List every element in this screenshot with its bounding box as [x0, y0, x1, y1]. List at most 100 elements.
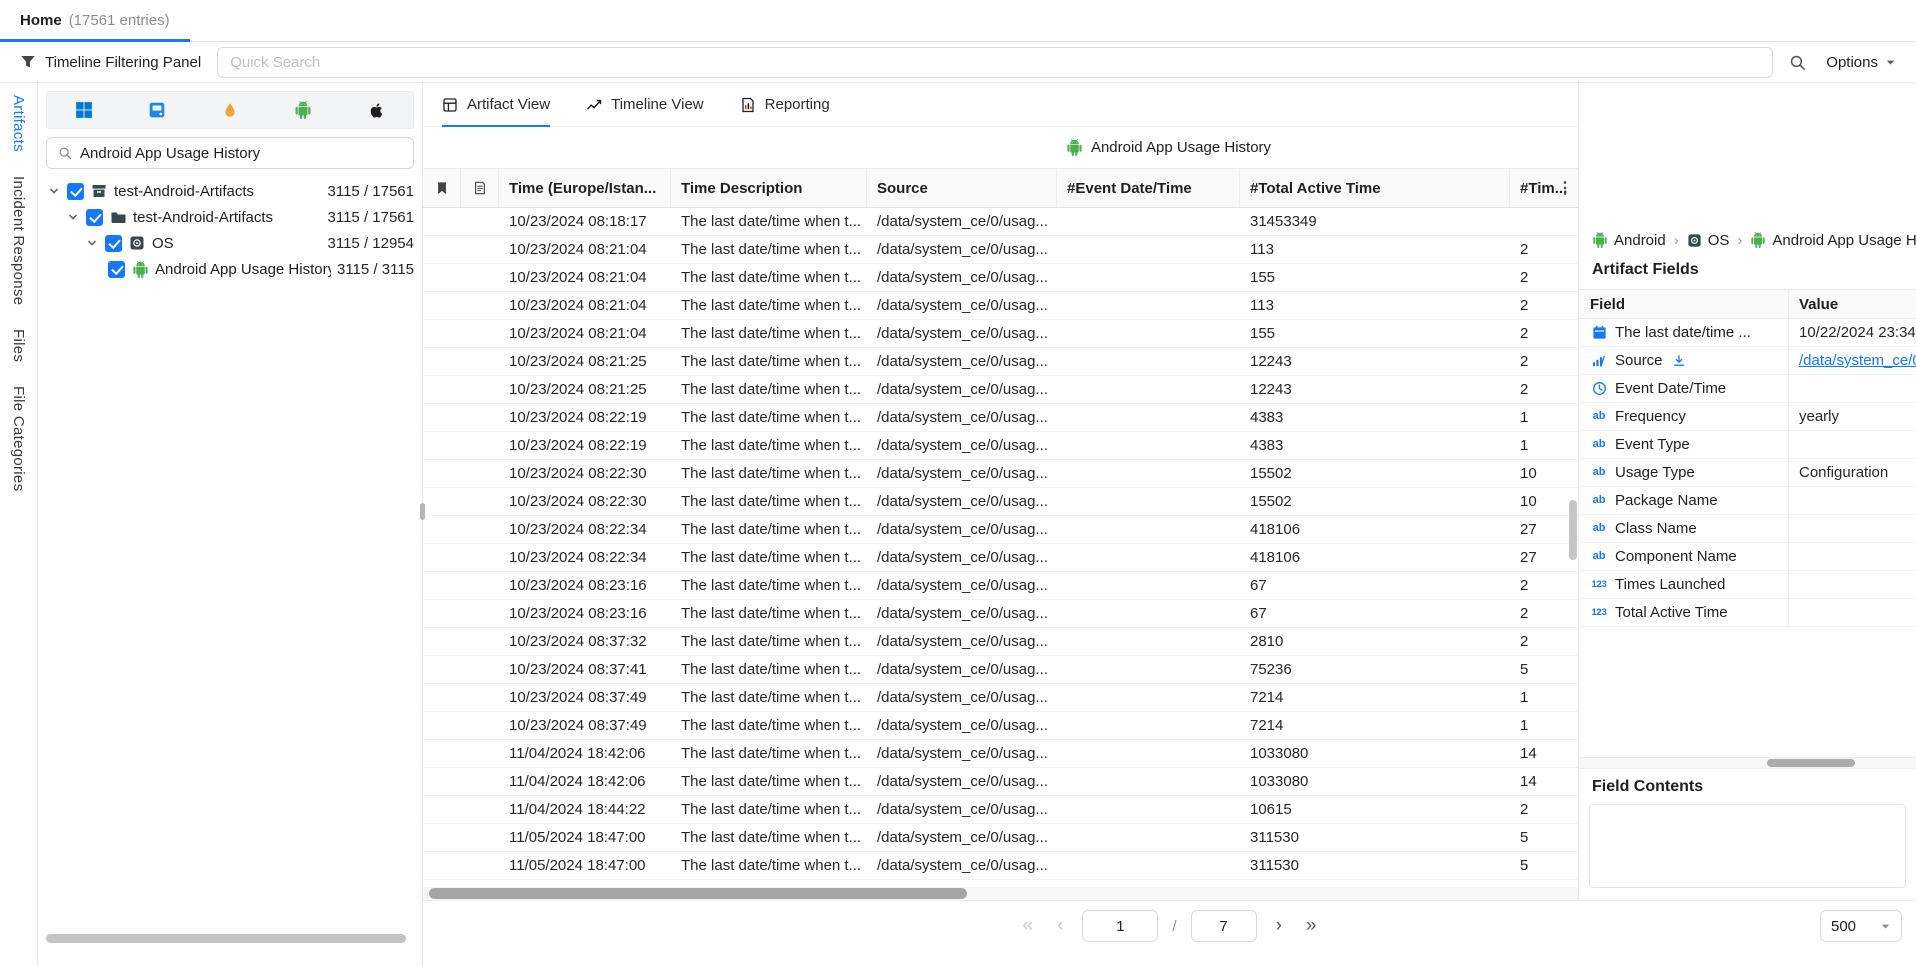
bookmark-cell[interactable] [423, 544, 461, 571]
artifact-search-input[interactable] [80, 145, 402, 162]
bookmark-cell[interactable] [423, 460, 461, 487]
note-cell[interactable] [461, 600, 499, 627]
tree-node-os[interactable]: OS 3115 / 12954 [46, 230, 414, 256]
table-row[interactable]: 10/23/2024 08:23:16 The last date/time w… [423, 600, 1578, 628]
side-tab[interactable]: File Categories [10, 386, 27, 491]
note-cell[interactable] [461, 824, 499, 851]
last-page-button[interactable]: » [1301, 910, 1322, 942]
bookmark-cell[interactable] [423, 208, 461, 235]
note-cell[interactable] [461, 236, 499, 263]
table-row[interactable]: 10/23/2024 08:22:34 The last date/time w… [423, 516, 1578, 544]
column-header-event-datetime[interactable]: #Event Date/Time [1057, 169, 1240, 207]
disk-icon[interactable] [120, 92, 193, 128]
note-cell[interactable] [461, 460, 499, 487]
tab-artifact-view[interactable]: Artifact View [442, 83, 550, 126]
bookmark-cell[interactable] [423, 628, 461, 655]
horizontal-scrollbar-thumb[interactable] [1767, 759, 1855, 767]
note-cell[interactable] [461, 544, 499, 571]
note-cell[interactable] [461, 740, 499, 767]
bookmark-cell[interactable] [423, 488, 461, 515]
field-row[interactable]: The last date/time ... 10/22/2024 23:34: [1579, 319, 1916, 347]
bookmark-cell[interactable] [423, 236, 461, 263]
table-row[interactable]: 10/23/2024 08:21:25 The last date/time w… [423, 348, 1578, 376]
tab-timeline-view[interactable]: Timeline View [586, 83, 704, 126]
bookmark-cell[interactable] [423, 432, 461, 459]
note-cell[interactable] [461, 404, 499, 431]
table-row[interactable]: 11/05/2024 18:47:00 The last date/time w… [423, 852, 1578, 880]
column-header-total-active-time[interactable]: #Total Active Time [1240, 169, 1510, 207]
table-row[interactable]: 10/23/2024 08:22:19 The last date/time w… [423, 432, 1578, 460]
quick-search-input[interactable] [217, 47, 1773, 78]
column-header-time-description[interactable]: Time Description [671, 169, 867, 207]
bookmark-cell[interactable] [423, 376, 461, 403]
checkbox-checked[interactable] [86, 209, 103, 226]
bookmark-cell[interactable] [423, 320, 461, 347]
current-page-input[interactable] [1082, 910, 1158, 942]
table-row[interactable]: 11/04/2024 18:42:06 The last date/time w… [423, 740, 1578, 768]
field-row[interactable]: 123 Times Launched [1579, 571, 1916, 599]
table-row[interactable]: 11/05/2024 18:47:00 The last date/time w… [423, 824, 1578, 852]
checkbox-checked[interactable] [67, 183, 84, 200]
table-row[interactable]: 10/23/2024 08:37:49 The last date/time w… [423, 712, 1578, 740]
side-tab[interactable]: Artifacts [10, 95, 27, 152]
table-row[interactable]: 11/04/2024 18:44:22 The last date/time w… [423, 796, 1578, 824]
field-row[interactable]: 123 Total Active Time [1579, 599, 1916, 627]
note-cell[interactable] [461, 852, 499, 879]
note-cell[interactable] [461, 656, 499, 683]
bookmark-cell[interactable] [423, 712, 461, 739]
note-column-header[interactable] [461, 169, 499, 207]
field-row[interactable]: ab Event Type [1579, 431, 1916, 459]
column-header-time[interactable]: Time (Europe/Istan... [499, 169, 671, 207]
bookmark-cell[interactable] [423, 740, 461, 767]
note-cell[interactable] [461, 516, 499, 543]
bookmark-cell[interactable] [423, 684, 461, 711]
field-row[interactable]: Source /data/system_ce/0/ [1579, 347, 1916, 375]
table-row[interactable]: 10/23/2024 08:21:04 The last date/time w… [423, 236, 1578, 264]
bookmark-cell[interactable] [423, 348, 461, 375]
bookmark-cell[interactable] [423, 768, 461, 795]
windows-icon[interactable] [47, 92, 120, 128]
table-row[interactable]: 10/23/2024 08:37:41 The last date/time w… [423, 656, 1578, 684]
horizontal-scrollbar-thumb[interactable] [46, 934, 406, 943]
column-settings-icon[interactable]: ⋮ [1552, 169, 1578, 207]
tab-home[interactable]: Home (17561 entries) [0, 0, 190, 41]
tree-node-case[interactable]: test-Android-Artifacts 3115 / 17561 [46, 178, 414, 204]
first-page-button[interactable]: « [1018, 910, 1039, 942]
note-cell[interactable] [461, 264, 499, 291]
vertical-scrollbar-thumb[interactable] [1569, 500, 1577, 560]
table-row[interactable]: 10/23/2024 08:21:04 The last date/time w… [423, 292, 1578, 320]
apple-icon[interactable] [340, 92, 413, 128]
tab-reporting[interactable]: Reporting [740, 83, 830, 126]
droplet-icon[interactable] [193, 92, 266, 128]
note-cell[interactable] [461, 348, 499, 375]
note-cell[interactable] [461, 796, 499, 823]
note-cell[interactable] [461, 432, 499, 459]
table-row[interactable]: 10/23/2024 08:37:32 The last date/time w… [423, 628, 1578, 656]
table-row[interactable]: 10/23/2024 08:22:30 The last date/time w… [423, 460, 1578, 488]
bookmark-cell[interactable] [423, 852, 461, 879]
breadcrumb-item-os[interactable]: OS [1687, 232, 1730, 249]
bookmark-cell[interactable] [423, 796, 461, 823]
note-cell[interactable] [461, 320, 499, 347]
field-row[interactable]: ab Package Name [1579, 487, 1916, 515]
bookmark-cell[interactable] [423, 292, 461, 319]
table-row[interactable]: 11/04/2024 18:42:06 The last date/time w… [423, 768, 1578, 796]
column-header-source[interactable]: Source [867, 169, 1057, 207]
side-tab[interactable]: Incident Response [10, 176, 27, 305]
bookmark-cell[interactable] [423, 404, 461, 431]
note-cell[interactable] [461, 572, 499, 599]
field-row[interactable]: Event Date/Time [1579, 375, 1916, 403]
page-size-select[interactable]: 500 [1820, 910, 1902, 942]
checkbox-checked[interactable] [108, 261, 125, 278]
checkbox-checked[interactable] [105, 235, 122, 252]
bookmark-cell[interactable] [423, 516, 461, 543]
note-cell[interactable] [461, 376, 499, 403]
note-cell[interactable] [461, 684, 499, 711]
bookmark-column-header[interactable] [423, 169, 461, 207]
table-row[interactable]: 10/23/2024 08:21:04 The last date/time w… [423, 320, 1578, 348]
note-cell[interactable] [461, 488, 499, 515]
field-row[interactable]: ab Frequency yearly [1579, 403, 1916, 431]
horizontal-scrollbar-track[interactable] [1579, 757, 1916, 769]
table-row[interactable]: 10/23/2024 08:23:16 The last date/time w… [423, 572, 1578, 600]
download-icon[interactable] [1672, 354, 1686, 368]
